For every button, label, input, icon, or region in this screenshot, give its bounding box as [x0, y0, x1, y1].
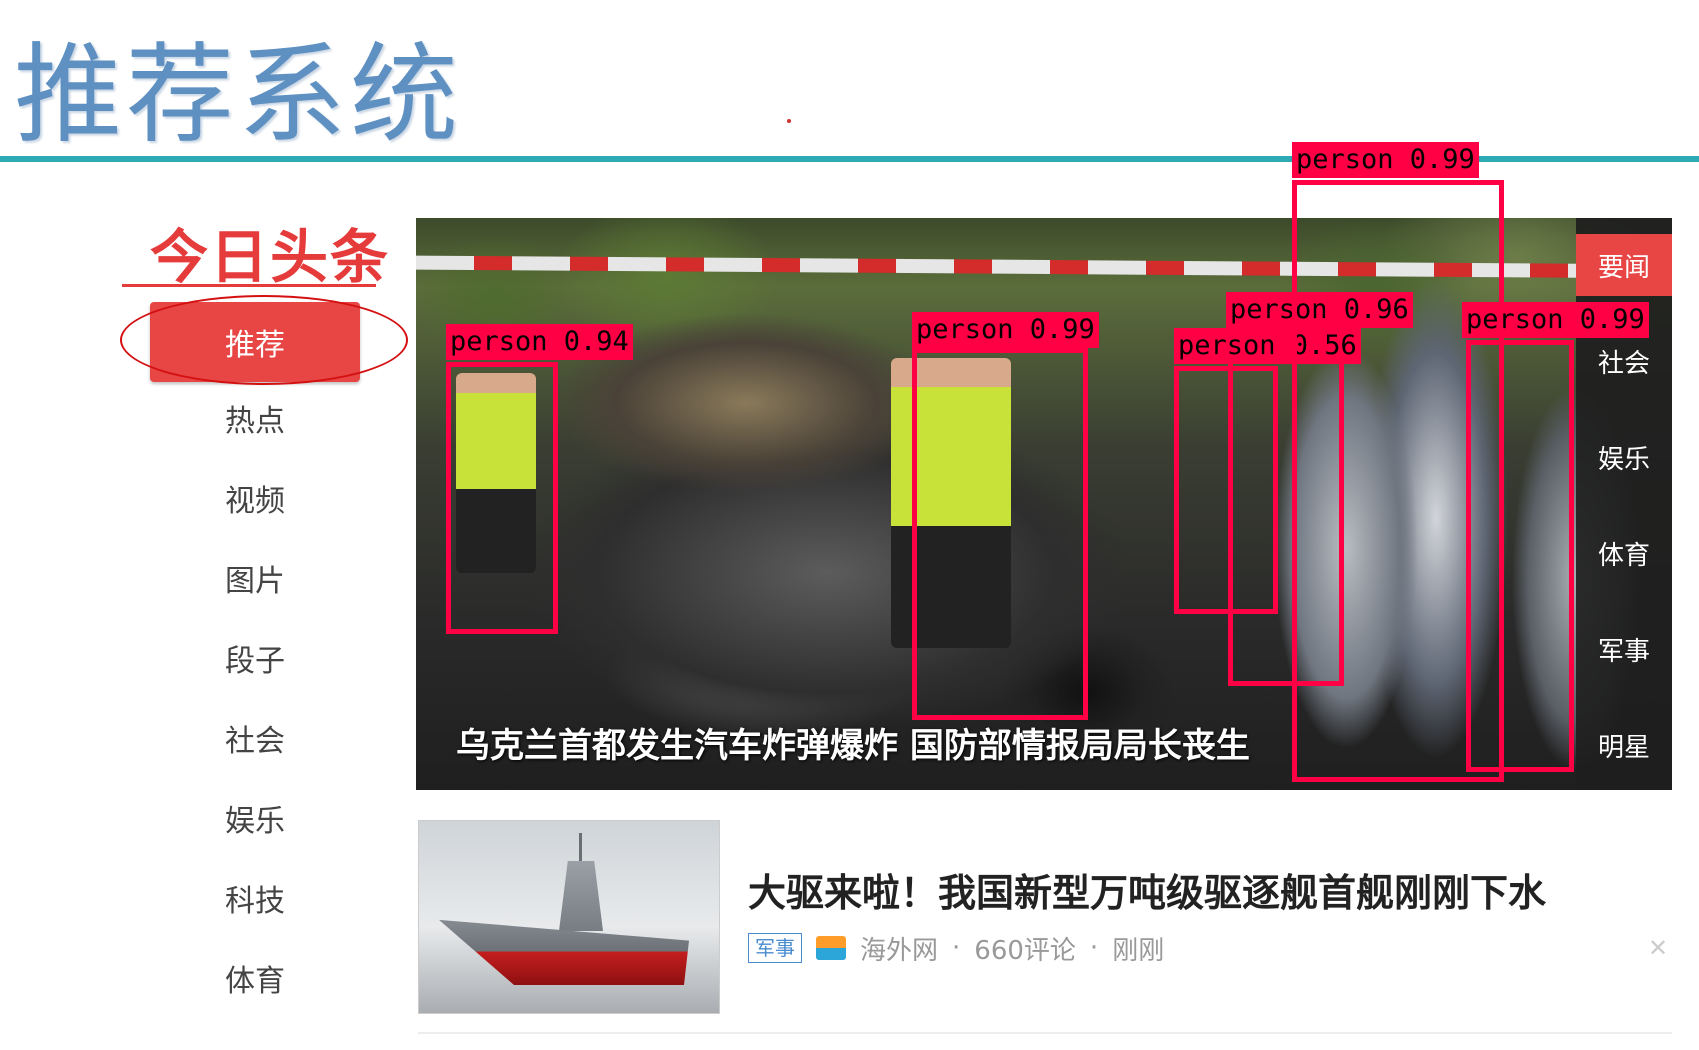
news-title[interactable]: 大驱来啦！我国新型万吨级驱逐舰首舰刚刚下水: [748, 862, 1546, 917]
source-logo-icon: [816, 936, 846, 960]
category-tag[interactable]: 军事: [748, 933, 802, 963]
sidebar-item-society[interactable]: 社会: [120, 708, 390, 768]
divider: [418, 1032, 1672, 1034]
sidebar-item-video[interactable]: 视频: [120, 468, 390, 528]
detection-label: person 0.99: [912, 312, 1099, 348]
wrecked-car: [446, 313, 1206, 733]
source-name[interactable]: 海外网: [860, 930, 938, 967]
hero-caption[interactable]: 乌克兰首都发生汽车炸弹爆炸 国防部情报局局长丧生: [456, 718, 1456, 767]
sidebar-item-tech[interactable]: 科技: [120, 868, 390, 928]
tab-celebrities[interactable]: 明星: [1576, 714, 1672, 776]
detection-label: person 0.99: [1292, 142, 1479, 178]
meta-separator: ·: [952, 933, 961, 963]
worker-figure: [891, 358, 1011, 648]
tab-society[interactable]: 社会: [1576, 330, 1672, 392]
slide-title: 推荐系统: [14, 33, 463, 158]
red-dot: [787, 119, 791, 123]
sidebar-item-jokes[interactable]: 段子: [120, 628, 390, 688]
worker-figure: [456, 373, 536, 573]
news-meta: 军事 海外网 · 660评论 · 刚刚: [748, 930, 1164, 966]
comment-count[interactable]: 660评论: [974, 930, 1076, 967]
sidebar-item-sports[interactable]: 体育: [120, 948, 390, 1008]
tab-entertainment[interactable]: 娱乐: [1576, 426, 1672, 488]
tab-military[interactable]: 军事: [1576, 618, 1672, 680]
toutiao-logo[interactable]: 今日头条: [150, 210, 390, 294]
meta-separator: ·: [1089, 933, 1099, 963]
sidebar-item-pictures[interactable]: 图片: [120, 548, 390, 608]
tab-sports[interactable]: 体育: [1576, 522, 1672, 584]
close-icon[interactable]: ✕: [1648, 934, 1668, 962]
detection-label: person 0.94: [446, 324, 633, 360]
publish-time: 刚刚: [1112, 935, 1165, 966]
slide: 推荐系统 今日头条 推荐 热点 视频 图片 段子 社会 娱乐 科技 体育 乌克兰…: [0, 0, 1699, 1050]
ship-tower: [559, 861, 603, 931]
sidebar-item-entertainment[interactable]: 娱乐: [120, 788, 390, 848]
detection-label: person 0.96: [1226, 292, 1413, 328]
tab-headlines[interactable]: 要闻: [1576, 234, 1672, 296]
sidebar-item-hot[interactable]: 热点: [120, 388, 390, 448]
sidebar-item-recommend[interactable]: 推荐: [150, 302, 360, 382]
detection-label: person 0.56: [1174, 328, 1361, 364]
logo-underline: [122, 284, 376, 287]
detection-label: person 0.99: [1462, 302, 1649, 338]
ship-mast: [579, 833, 582, 865]
news-thumbnail[interactable]: [418, 820, 720, 1014]
